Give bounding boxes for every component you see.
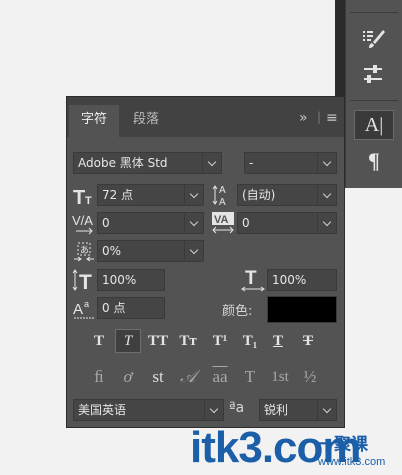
collapse-icon[interactable]: » [299,110,308,126]
vertical-scale-field[interactable]: 100% [97,269,165,291]
kerning-dropdown[interactable] [184,212,204,234]
vertical-scale-icon: T [72,268,96,292]
svg-text:a: a [84,299,89,309]
horizontal-scale-field[interactable]: 100% [267,269,337,291]
tab-character[interactable]: 字符 [69,105,119,137]
canvas-edge [335,0,345,100]
stylistic-alternates-button[interactable]: aa [207,365,233,389]
font-family-field[interactable]: Adobe 黑体 Std [73,152,203,174]
faux-bold-button[interactable]: T [86,329,112,353]
superscript-button[interactable]: T¹ [207,329,233,353]
baseline-shift-icon: Aa [73,297,95,321]
paragraph-label: ¶ [368,148,380,173]
horizontal-scale-icon: T [241,267,265,293]
font-family-dropdown[interactable] [202,152,222,174]
svg-text:T: T [85,195,92,206]
panel-tabbar: 字符 段落 » | ≡ [67,97,344,137]
strikethrough-button[interactable]: T [295,329,321,353]
ligatures-button[interactable]: ﬁ [86,365,112,389]
right-toolbar: A| ¶ [345,0,402,188]
watermark-url: www.itk3.com [318,456,386,468]
paragraph-icon[interactable]: ¶ [354,146,394,176]
character-panel-label: A| [364,113,384,136]
kerning-icon: V/A [72,211,96,235]
svg-text:A: A [73,301,83,318]
chevron-down-icon [189,245,199,254]
brush-icon[interactable] [354,24,394,54]
chevron-down-icon [209,404,219,413]
tab-separator: | [317,110,322,124]
text-style-buttons: T T TT Tт T¹ T₁ T T [67,329,346,353]
tsume-field[interactable]: 0% [97,240,185,262]
character-panel: 字符 段落 » | ≡ Adobe 黑体 Std - TT 72 点 AA (自… [66,96,345,428]
character-panel-icon[interactable]: A| [354,110,394,140]
language-dropdown[interactable] [204,399,224,421]
tab-paragraph[interactable]: 段落 [121,105,171,137]
subscript-button[interactable]: T₁ [237,329,263,353]
color-label: 颜色: [222,304,253,319]
tsume-icon: あ [73,239,95,263]
contextual-alternates-button[interactable]: st [145,365,171,389]
leading-dropdown[interactable] [317,184,337,206]
color-swatch[interactable] [267,296,337,323]
ordinals-button[interactable]: 1st [267,365,293,389]
svg-text:VA: VA [214,214,229,226]
chevron-down-icon [207,157,217,166]
font-size-field[interactable]: 72 点 [97,184,185,206]
font-style-field[interactable]: - [244,152,318,174]
discretionary-ligatures-button[interactable]: ơ [115,365,141,389]
underline-button[interactable]: T [265,329,291,353]
svg-text:A: A [219,185,226,196]
chevron-down-icon [189,217,199,226]
tracking-field[interactable]: 0 [237,212,318,234]
chevron-down-icon [189,189,199,198]
titling-button[interactable]: T [237,365,263,389]
chevron-down-icon [322,157,332,166]
leading-field[interactable]: (自动) [237,184,318,206]
svg-text:V/A: V/A [72,213,93,228]
svg-text:T: T [79,271,92,292]
antialias-dropdown[interactable] [317,399,337,421]
kerning-field[interactable]: 0 [97,212,185,234]
font-size-icon: TT [73,183,95,207]
adjust-icon[interactable] [354,60,394,90]
fractions-button[interactable]: ½ [297,365,323,389]
toolbar-divider [350,100,398,101]
font-size-dropdown[interactable] [184,184,204,206]
antialias-field[interactable]: 锐利 [259,399,318,421]
chevron-down-icon [322,217,332,226]
chevron-down-icon [322,404,332,413]
svg-text:T: T [73,187,85,206]
antialias-icon: ªa [229,400,245,416]
swash-button[interactable]: 𝒜 [175,365,201,389]
svg-text:A: A [219,197,226,207]
language-field[interactable]: 美国英语 [73,399,205,421]
all-caps-button[interactable]: TT [145,329,171,353]
small-caps-button[interactable]: Tт [175,329,201,353]
faux-italic-button[interactable]: T [115,329,141,353]
svg-text:T: T [245,268,257,289]
baseline-shift-field[interactable]: 0 点 [97,297,165,319]
svg-text:あ: あ [80,245,89,256]
font-style-dropdown[interactable] [317,152,337,174]
opentype-buttons: ﬁ ơ st 𝒜 aa T 1st ½ [67,365,346,389]
panel-menu-icon[interactable]: ≡ [326,110,338,126]
toolbar-divider [350,12,398,13]
watermark-cn: 一聚课 [317,435,368,455]
tracking-icon: VA [211,211,235,235]
tsume-dropdown[interactable] [184,240,204,262]
tracking-dropdown[interactable] [317,212,337,234]
leading-icon: AA [212,183,234,207]
chevron-down-icon [322,189,332,198]
